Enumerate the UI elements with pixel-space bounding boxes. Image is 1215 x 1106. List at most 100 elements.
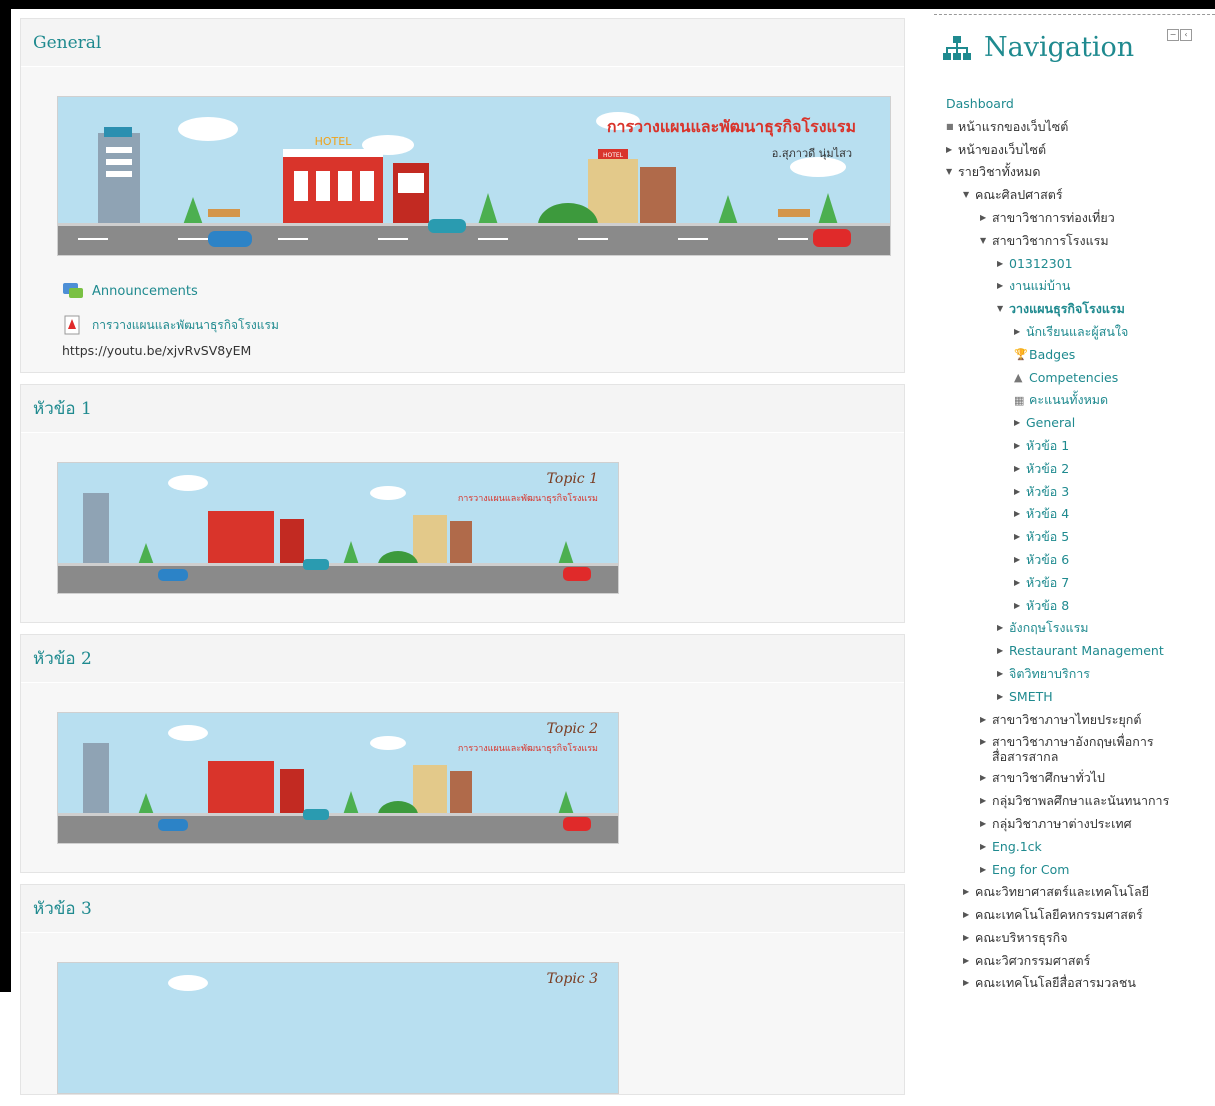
nav-item-label[interactable]: วางแผนธุรกิจโรงแรม xyxy=(1009,298,1125,321)
nav-item[interactable]: ▶ หัวข้อ 8 xyxy=(946,595,1215,618)
window-frame-left xyxy=(0,0,11,992)
section-header: หัวข้อ 3 xyxy=(21,885,904,933)
nav-item-label[interactable]: Restaurant Management xyxy=(1009,640,1164,663)
pdf-icon xyxy=(64,315,80,335)
nav-item-label[interactable]: หน้าของเว็บไซต์ xyxy=(958,139,1046,162)
nav-dashboard-label[interactable]: Dashboard xyxy=(946,93,1014,116)
nav-item[interactable]: ▶ Eng.1ck xyxy=(946,836,1215,859)
collapse-block-icon[interactable]: − xyxy=(1167,29,1179,41)
nav-item[interactable]: ▶ สาขาวิชาศึกษาทั่วไป xyxy=(946,767,1215,790)
nav-item-label[interactable]: คณะบริหารธุรกิจ xyxy=(975,927,1068,950)
nav-item-label-line2[interactable]: สื่อสารสากล xyxy=(992,749,1058,764)
nav-item-label[interactable]: สาขาวิชาการโรงแรม xyxy=(992,230,1109,253)
nav-item[interactable]: ▶ นักเรียนและผู้สนใจ xyxy=(946,321,1215,344)
nav-item-label[interactable]: กลุ่มวิชาพลศึกษาและนันทนาการ xyxy=(992,790,1169,813)
nav-item-label[interactable]: General xyxy=(1026,412,1075,435)
nav-item[interactable]: ▶ คณะวิศวกรรมศาสตร์ xyxy=(946,950,1215,973)
chevron-right-icon: ▶ xyxy=(1014,463,1021,473)
nav-item[interactable]: ▶ หน้าของเว็บไซต์ xyxy=(946,139,1215,162)
nav-item-label[interactable]: Eng for Com xyxy=(992,859,1069,882)
dock-block-icon[interactable]: ‹ xyxy=(1180,29,1192,41)
nav-item-label[interactable]: หัวข้อ 8 xyxy=(1026,595,1069,618)
nav-dashboard[interactable]: Dashboard xyxy=(946,93,1215,116)
nav-item[interactable]: ▶ หัวข้อ 2 xyxy=(946,458,1215,481)
nav-item[interactable]: ▶ หัวข้อ 4 xyxy=(946,503,1215,526)
hotel-label: HOTEL xyxy=(315,135,353,148)
nav-item-label[interactable]: หน้าแรกของเว็บไซต์ xyxy=(958,116,1068,139)
nav-item[interactable]: ▼ รายวิชาทั้งหมด xyxy=(946,161,1215,184)
video-url-text: https://youtu.be/xjvRvSV8yEM xyxy=(62,343,252,358)
nav-item[interactable]: ▶ หัวข้อ 3 xyxy=(946,481,1215,504)
activity-pdf-resource[interactable]: การวางแผนและพัฒนาธุรกิจโรงแรม xyxy=(57,310,904,340)
nav-item[interactable]: ▶ คณะเทคโนโลยีคหกรรมศาสตร์ xyxy=(946,904,1215,927)
nav-item[interactable]: ▶ Restaurant Management xyxy=(946,640,1215,663)
nav-item[interactable]: ▶ กลุ่มวิชาภาษาต่างประเทศ xyxy=(946,813,1215,836)
nav-item[interactable]: ▶ สาขาวิชาการท่องเที่ยว xyxy=(946,207,1215,230)
nav-item[interactable]: ▶ อังกฤษโรงแรม xyxy=(946,617,1215,640)
nav-item-label[interactable]: หัวข้อ 1 xyxy=(1026,435,1069,458)
nav-item[interactable]: ▶ Eng for Com xyxy=(946,859,1215,882)
nav-item-label[interactable]: 01312301 xyxy=(1009,253,1073,276)
nav-item-label[interactable]: คณะศิลปศาสตร์ xyxy=(975,184,1063,207)
nav-item-label[interactable]: งานแม่บ้าน xyxy=(1009,275,1070,298)
chevron-right-icon: ▶ xyxy=(980,841,987,851)
nav-item-label[interactable]: หัวข้อ 5 xyxy=(1026,526,1069,549)
activity-announcements[interactable]: Announcements xyxy=(57,276,904,306)
nav-item[interactable]: ▼ วางแผนธุรกิจโรงแรม xyxy=(946,298,1215,321)
nav-item[interactable]: ■ หน้าแรกของเว็บไซต์ xyxy=(946,116,1215,139)
nav-item[interactable]: ▶ คณะบริหารธุรกิจ xyxy=(946,927,1215,950)
nav-item-label[interactable]: Badges xyxy=(1029,344,1075,367)
section-title[interactable]: หัวข้อ 3 xyxy=(33,895,92,922)
pdf-resource-link[interactable]: การวางแผนและพัฒนาธุรกิจโรงแรม xyxy=(92,316,279,335)
nav-item[interactable]: ▶ คณะวิทยาศาสตร์และเทคโนโลยี xyxy=(946,881,1215,904)
nav-item-label[interactable]: จิตวิทยาบริการ xyxy=(1009,663,1090,686)
forum-icon xyxy=(63,283,83,298)
chevron-right-icon: ▶ xyxy=(997,281,1004,291)
nav-item[interactable]: ▶ กลุ่มวิชาพลศึกษาและนันทนาการ xyxy=(946,790,1215,813)
nav-item-label[interactable]: หัวข้อ 2 xyxy=(1026,458,1069,481)
nav-item-label[interactable]: หัวข้อ 3 xyxy=(1026,481,1069,504)
nav-item-label[interactable]: คณะวิทยาศาสตร์และเทคโนโลยี xyxy=(975,881,1149,904)
nav-item-label[interactable]: สาขาวิชาภาษาอังกฤษเพื่อการ xyxy=(992,734,1154,749)
nav-item[interactable]: ▶ งานแม่บ้าน xyxy=(946,275,1215,298)
nav-item[interactable]: ▶ สาขาวิชาภาษาอังกฤษเพื่อการ สื่อสารสากล xyxy=(946,731,1215,767)
chevron-right-icon: ▶ xyxy=(1014,577,1021,587)
chevron-right-icon: ▶ xyxy=(1014,532,1021,542)
nav-item-label[interactable]: SMETH xyxy=(1009,686,1053,709)
nav-item[interactable]: ▶ สาขาวิชาภาษาไทยประยุกต์ xyxy=(946,709,1215,732)
nav-item-label[interactable]: สาขาวิชาภาษาไทยประยุกต์ xyxy=(992,709,1141,732)
nav-item[interactable]: ▼ สาขาวิชาการโรงแรม xyxy=(946,230,1215,253)
nav-item-label[interactable]: หัวข้อ 7 xyxy=(1026,572,1069,595)
nav-item[interactable]: ▶ 01312301 xyxy=(946,253,1215,276)
announcements-link[interactable]: Announcements xyxy=(92,284,198,299)
section-header: หัวข้อ 2 xyxy=(21,635,904,683)
nav-item-label[interactable]: กลุ่มวิชาภาษาต่างประเทศ xyxy=(992,813,1132,836)
nav-item[interactable]: 🏆 Badges xyxy=(946,344,1215,367)
nav-item-label[interactable]: คะแนนทั้งหมด xyxy=(1029,389,1108,412)
nav-item[interactable]: ▶ หัวข้อ 6 xyxy=(946,549,1215,572)
nav-item-label[interactable]: นักเรียนและผู้สนใจ xyxy=(1026,321,1128,344)
nav-item-label[interactable]: หัวข้อ 6 xyxy=(1026,549,1069,572)
nav-item[interactable]: ▼ คณะศิลปศาสตร์ xyxy=(946,184,1215,207)
section-title[interactable]: หัวข้อ 1 xyxy=(33,395,92,422)
nav-item-label[interactable]: อังกฤษโรงแรม xyxy=(1009,617,1089,640)
nav-item-label[interactable]: คณะวิศวกรรมศาสตร์ xyxy=(975,950,1090,973)
nav-item[interactable]: ▶ หัวข้อ 7 xyxy=(946,572,1215,595)
nav-item-label[interactable]: คณะเทคโนโลยีคหกรรมศาสตร์ xyxy=(975,904,1143,927)
nav-item[interactable]: ▶ General xyxy=(946,412,1215,435)
nav-item-label[interactable]: Competencies xyxy=(1029,367,1118,390)
nav-item[interactable]: ▶ SMETH xyxy=(946,686,1215,709)
section-title[interactable]: General xyxy=(33,33,101,53)
nav-item[interactable]: ▶ จิตวิทยาบริการ xyxy=(946,663,1215,686)
nav-item-label[interactable]: สาขาวิชาศึกษาทั่วไป xyxy=(992,767,1105,790)
nav-item-label-wrap[interactable]: สาขาวิชาภาษาอังกฤษเพื่อการ สื่อสารสากล xyxy=(992,734,1154,764)
nav-item-label[interactable]: สาขาวิชาการท่องเที่ยว xyxy=(992,207,1115,230)
nav-item-label[interactable]: Eng.1ck xyxy=(992,836,1042,859)
nav-item[interactable]: ▲ Competencies xyxy=(946,367,1215,390)
nav-item-label[interactable]: รายวิชาทั้งหมด xyxy=(958,161,1041,184)
nav-item[interactable]: ▶ หัวข้อ 5 xyxy=(946,526,1215,549)
nav-item[interactable]: ▦ คะแนนทั้งหมด xyxy=(946,389,1215,412)
section-title[interactable]: หัวข้อ 2 xyxy=(33,645,92,672)
nav-item-label[interactable]: หัวข้อ 4 xyxy=(1026,503,1069,526)
nav-item[interactable]: ▶ หัวข้อ 1 xyxy=(946,435,1215,458)
